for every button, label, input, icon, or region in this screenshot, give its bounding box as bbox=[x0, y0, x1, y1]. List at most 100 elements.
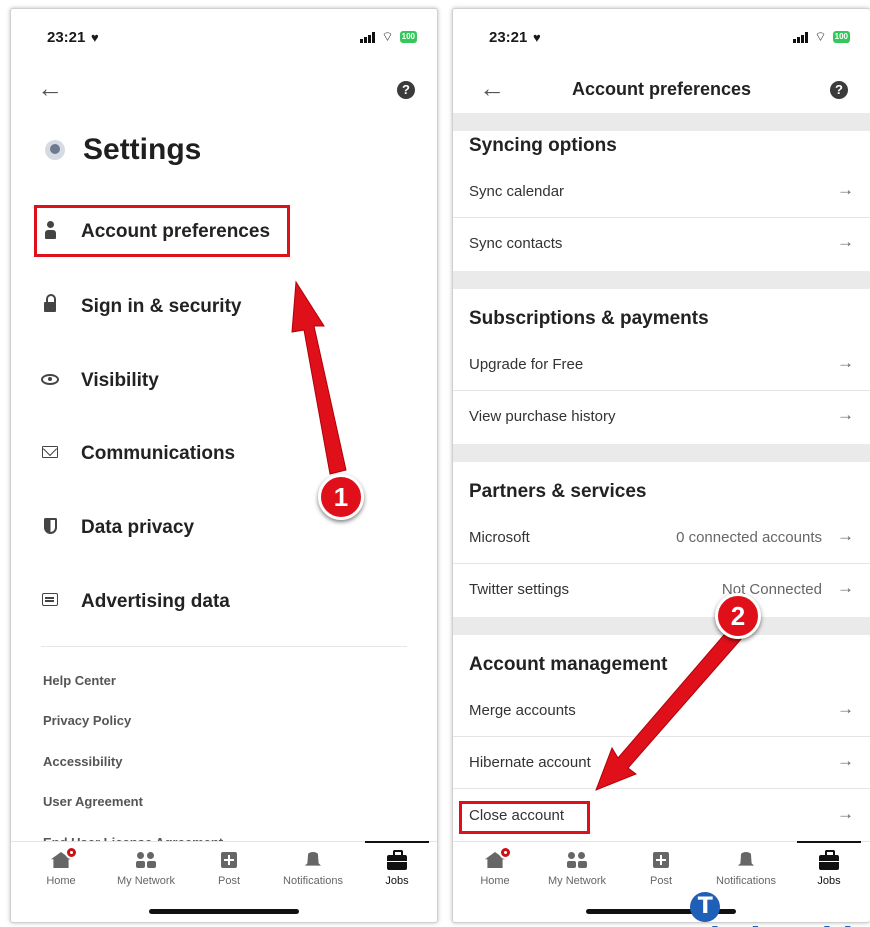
row-label: Sync calendar bbox=[469, 183, 565, 200]
page-title: Settings bbox=[83, 133, 202, 166]
section-title-partners: Partners & services bbox=[469, 481, 647, 502]
back-arrow-icon[interactable]: ← bbox=[37, 75, 63, 101]
row-sync-contacts[interactable]: Sync contacts → bbox=[453, 218, 870, 270]
top-bar: ← Account preferences ? bbox=[453, 67, 870, 113]
nav-post[interactable]: Post bbox=[621, 848, 701, 887]
nav-label: Jobs bbox=[385, 875, 409, 887]
section-title-subscriptions: Subscriptions & payments bbox=[469, 308, 709, 329]
signal-icon bbox=[793, 31, 809, 43]
status-bar: 23:21 ♥ ⌔ 100 bbox=[453, 9, 870, 59]
nav-post[interactable]: Post bbox=[189, 848, 269, 887]
nav-home[interactable]: Home bbox=[455, 846, 535, 887]
accessibility-link[interactable]: Accessibility bbox=[43, 754, 123, 769]
row-close-account[interactable]: Close account → bbox=[453, 790, 870, 842]
bell-icon bbox=[738, 852, 754, 866]
row-label: Sync contacts bbox=[469, 235, 563, 252]
menu-item-communications[interactable]: Communications bbox=[41, 434, 235, 474]
step-badge-1: 1 bbox=[318, 474, 364, 520]
status-time: 23:21 bbox=[47, 29, 86, 46]
row-purchase-history[interactable]: View purchase history → bbox=[453, 391, 870, 443]
menu-item-visibility[interactable]: Visibility bbox=[41, 361, 159, 401]
status-bar: 23:21 ♥ ⌔ 100 bbox=[11, 9, 437, 59]
arrow-right-icon: → bbox=[837, 232, 854, 251]
help-center-link[interactable]: Help Center bbox=[43, 673, 116, 688]
person-icon bbox=[41, 220, 59, 244]
menu-item-sign-in-security[interactable]: Sign in & security bbox=[41, 287, 241, 327]
arrow-right-icon: → bbox=[837, 405, 854, 424]
briefcase-icon bbox=[387, 849, 407, 870]
nav-home[interactable]: Home bbox=[21, 846, 101, 887]
row-microsoft[interactable]: Microsoft 0 connected accounts → bbox=[453, 512, 870, 564]
user-agreement-link[interactable]: User Agreement bbox=[43, 794, 143, 809]
row-twitter[interactable]: Twitter settings Not Connected → bbox=[453, 564, 870, 616]
menu-label: Visibility bbox=[81, 370, 159, 391]
row-value: 0 connected accounts bbox=[676, 529, 822, 546]
step-badge-2: 2 bbox=[715, 593, 761, 639]
heart-icon: ♥ bbox=[529, 30, 541, 45]
bottom-nav: Home My Network Post Notifications Jobs bbox=[11, 841, 437, 897]
row-label: Close account bbox=[469, 807, 565, 824]
menu-label: Communications bbox=[81, 443, 236, 464]
arrow-right-icon: → bbox=[837, 751, 854, 770]
nav-my-network[interactable]: My Network bbox=[106, 848, 186, 887]
row-divider bbox=[453, 788, 870, 789]
nav-notifications[interactable]: Notifications bbox=[273, 848, 353, 887]
notification-badge bbox=[499, 846, 512, 859]
menu-label: Data privacy bbox=[81, 517, 195, 538]
help-icon[interactable]: ? bbox=[397, 81, 415, 99]
nav-jobs[interactable]: Jobs bbox=[357, 841, 437, 887]
menu-label: Account preferences bbox=[81, 221, 271, 242]
row-merge-accounts[interactable]: Merge accounts → bbox=[453, 685, 870, 737]
nav-label: Post bbox=[217, 875, 240, 887]
shield-icon bbox=[41, 517, 59, 539]
top-bar: ← ? bbox=[11, 67, 437, 113]
nav-jobs[interactable]: Jobs bbox=[789, 841, 869, 887]
nav-label: My Network bbox=[116, 875, 176, 887]
nav-notifications[interactable]: Notifications bbox=[706, 848, 786, 887]
row-hibernate-account[interactable]: Hibernate account → bbox=[453, 737, 870, 789]
network-icon bbox=[136, 852, 156, 868]
wifi-icon: ⌔ bbox=[381, 29, 394, 44]
post-icon bbox=[221, 852, 237, 868]
privacy-policy-link[interactable]: Privacy Policy bbox=[43, 713, 131, 728]
section-separator bbox=[453, 113, 870, 131]
avatar[interactable] bbox=[45, 140, 65, 160]
ad-icon bbox=[41, 593, 59, 611]
row-label: Merge accounts bbox=[469, 702, 576, 719]
network-icon bbox=[567, 852, 587, 868]
row-sync-calendar[interactable]: Sync calendar → bbox=[453, 166, 870, 218]
arrow-right-icon: → bbox=[837, 699, 854, 718]
bell-icon bbox=[305, 852, 321, 866]
lock-icon bbox=[41, 293, 59, 318]
home-indicator bbox=[149, 909, 299, 914]
account-preferences-screen: 23:21 ♥ ⌔ 100 ← Account preferences ? Sy… bbox=[452, 8, 870, 923]
watermark-logo: Taimienphi bbox=[690, 884, 870, 927]
nav-label: Post bbox=[649, 875, 672, 887]
menu-item-advertising-data[interactable]: Advertising data bbox=[41, 582, 230, 622]
row-upgrade[interactable]: Upgrade for Free → bbox=[453, 339, 870, 391]
menu-label: Advertising data bbox=[81, 591, 230, 612]
menu-label: Sign in & security bbox=[81, 296, 242, 317]
section-separator bbox=[453, 271, 870, 289]
arrow-right-icon: → bbox=[837, 578, 854, 597]
section-separator bbox=[453, 617, 870, 635]
nav-label: My Network bbox=[547, 875, 607, 887]
battery-icon: 100 bbox=[399, 31, 417, 43]
nav-label: Home bbox=[480, 875, 510, 887]
arrow-right-icon: → bbox=[837, 526, 854, 545]
help-icon[interactable]: ? bbox=[830, 81, 848, 99]
post-icon bbox=[653, 852, 669, 868]
battery-icon: 100 bbox=[832, 31, 850, 43]
arrow-right-icon: → bbox=[837, 180, 854, 199]
section-title-syncing: Syncing options bbox=[469, 135, 617, 156]
settings-header: Settings bbox=[45, 133, 201, 167]
arrow-right-icon: → bbox=[837, 804, 854, 823]
nav-my-network[interactable]: My Network bbox=[537, 848, 617, 887]
page-title: Account preferences bbox=[571, 79, 752, 99]
menu-item-data-privacy[interactable]: Data privacy bbox=[41, 508, 194, 548]
section-title-account-management: Account management bbox=[469, 654, 668, 675]
menu-item-account-preferences[interactable]: Account preferences bbox=[41, 212, 270, 252]
arrow-right-icon: → bbox=[837, 353, 854, 372]
status-time: 23:21 bbox=[489, 29, 528, 46]
heart-icon: ♥ bbox=[87, 30, 99, 45]
